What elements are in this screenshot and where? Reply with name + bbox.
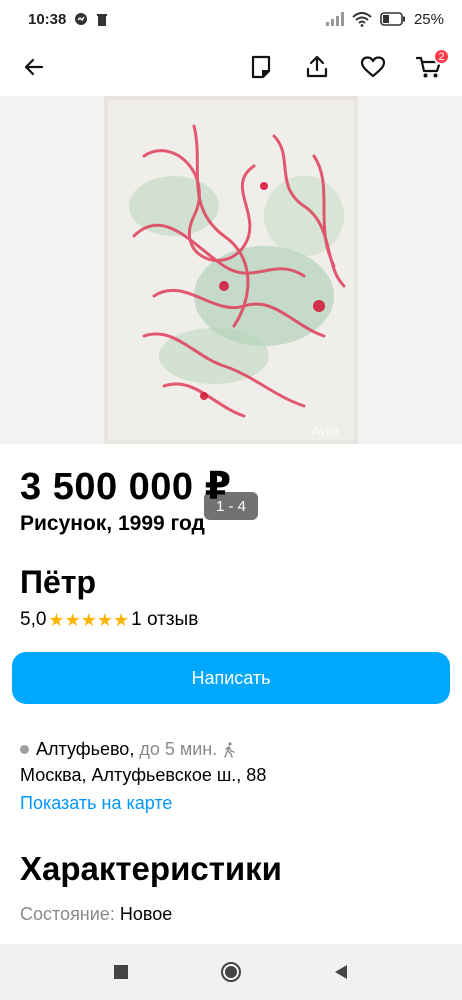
star-icon: ★ — [48, 609, 65, 630]
note-icon — [251, 55, 271, 79]
reviews-count: 1 отзыв — [131, 609, 199, 630]
system-nav-bar — [0, 944, 462, 1000]
star-icon: ★ — [112, 609, 130, 630]
star-icon: ★ — [80, 609, 97, 630]
home-button[interactable] — [216, 957, 246, 987]
top-toolbar: 2 — [0, 38, 462, 96]
battery-icon — [380, 12, 406, 26]
trash-icon — [96, 12, 108, 26]
star-icon: ★ — [64, 609, 81, 630]
characteristics-title: Характеристики — [20, 850, 282, 887]
share-button[interactable] — [300, 50, 334, 84]
listing-title: Рисунок, 1999 год — [20, 512, 205, 535]
spec-value: Новое — [119, 904, 173, 924]
note-button[interactable] — [244, 50, 278, 84]
show-on-map-link[interactable]: Показать на карте — [20, 793, 172, 814]
walking-person-icon — [223, 741, 235, 758]
triangle-back-icon — [335, 965, 347, 979]
write-message-button[interactable]: Написать — [12, 652, 450, 704]
battery-percent: 25% — [413, 10, 444, 28]
avito-watermark: Avito — [312, 424, 339, 438]
recents-button[interactable] — [106, 957, 136, 987]
back-nav-button[interactable] — [326, 957, 356, 987]
heart-icon — [360, 56, 386, 78]
spec-condition: Состояние: Новое — [20, 904, 172, 925]
favorite-button[interactable] — [356, 50, 390, 84]
rating-value: 5,0 — [20, 609, 47, 630]
share-icon — [306, 55, 328, 78]
address: Москва, Алтуфьевское ш., 88 — [20, 765, 267, 785]
home-circle-icon — [221, 962, 241, 982]
seller-rating[interactable]: 5,0 ★ ★ ★ ★ ★ 1 отзыв — [20, 609, 198, 631]
status-bar: 10:38 25% — [0, 0, 462, 38]
spec-label: Состояние: — [20, 904, 115, 924]
status-time: 10:38 — [28, 10, 67, 28]
seller-name[interactable]: Пётр — [20, 564, 96, 601]
metro-station: Алтуфьево, до 5 мин. — [20, 739, 235, 760]
arrow-left-icon — [24, 58, 44, 76]
messenger-icon — [74, 12, 88, 26]
walking-time: до 5 мин. — [139, 739, 218, 759]
cart-button[interactable]: 2 — [412, 48, 450, 84]
listing-photo[interactable] — [104, 96, 358, 444]
star-icon: ★ — [96, 609, 113, 630]
back-button[interactable] — [16, 49, 52, 85]
square-icon — [114, 965, 128, 979]
cart-count-badge: 2 — [433, 48, 450, 65]
wifi-icon — [352, 11, 372, 27]
listing-price: 3 500 000 ₽ — [20, 466, 232, 508]
photo-gallery[interactable]: 1 - 4 — [0, 96, 462, 520]
metro-name: Алтуфьево, — [36, 739, 135, 759]
signal-icon — [325, 12, 344, 26]
metro-dot-icon — [20, 745, 29, 754]
rating-stars: ★ ★ ★ ★ ★ — [48, 610, 129, 631]
